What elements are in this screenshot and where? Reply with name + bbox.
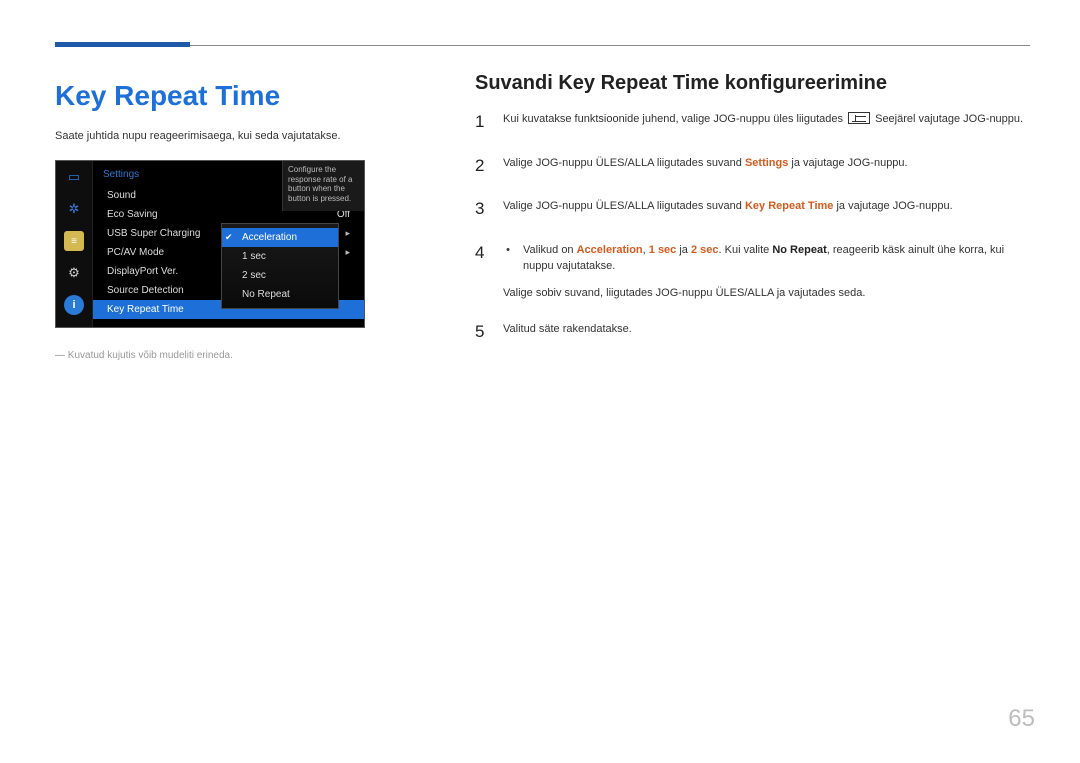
osd-sub-row: 1 sec xyxy=(222,247,338,266)
footnote: Kuvatud kujutis võib mudeliti erineda. xyxy=(55,350,445,361)
bullet-icon: • xyxy=(503,242,513,275)
chevron-right-icon: ▸ xyxy=(345,228,350,239)
osd-sub-row: Acceleration xyxy=(222,228,338,247)
step-item: 1 Kui kuvatakse funktsioonide juhend, va… xyxy=(475,109,1030,135)
step-item: 3 Valige JOG-nuppu ÜLES/ALLA liigutades … xyxy=(475,196,1030,222)
header-rule xyxy=(55,45,1030,46)
gear-icon: ⚙ xyxy=(64,263,84,283)
brightness-icon: ✲ xyxy=(64,199,84,219)
step-item: 2 Valige JOG-nuppu ÜLES/ALLA liigutades … xyxy=(475,153,1030,179)
page-number: 65 xyxy=(1008,705,1035,733)
menu-icon xyxy=(848,112,870,124)
info-icon: i xyxy=(64,295,84,315)
list-icon: ≡ xyxy=(64,231,84,251)
monitor-icon: ▭ xyxy=(64,167,84,187)
osd-sub-row: 2 sec xyxy=(222,266,338,285)
osd-tooltip: Configure the response rate of a button … xyxy=(282,161,364,211)
header-accent xyxy=(55,42,190,47)
section-title: Suvandi Key Repeat Time konfigureerimine xyxy=(475,72,1030,95)
osd-submenu: Acceleration 1 sec 2 sec No Repeat xyxy=(221,223,339,309)
step-item: 5 Valitud säte rakendatakse. xyxy=(475,319,1030,345)
step-item: 4 •Valikud on Acceleration, 1 sec ja 2 s… xyxy=(475,240,1030,302)
intro-text: Saate juhtida nupu reageerimisaega, kui … xyxy=(55,130,445,142)
osd-screenshot: ▭ ✲ ≡ ⚙ i Settings Sound▸ Eco SavingOff … xyxy=(55,160,365,328)
chevron-right-icon: ▸ xyxy=(345,247,350,258)
osd-sub-row: No Repeat xyxy=(222,285,338,304)
